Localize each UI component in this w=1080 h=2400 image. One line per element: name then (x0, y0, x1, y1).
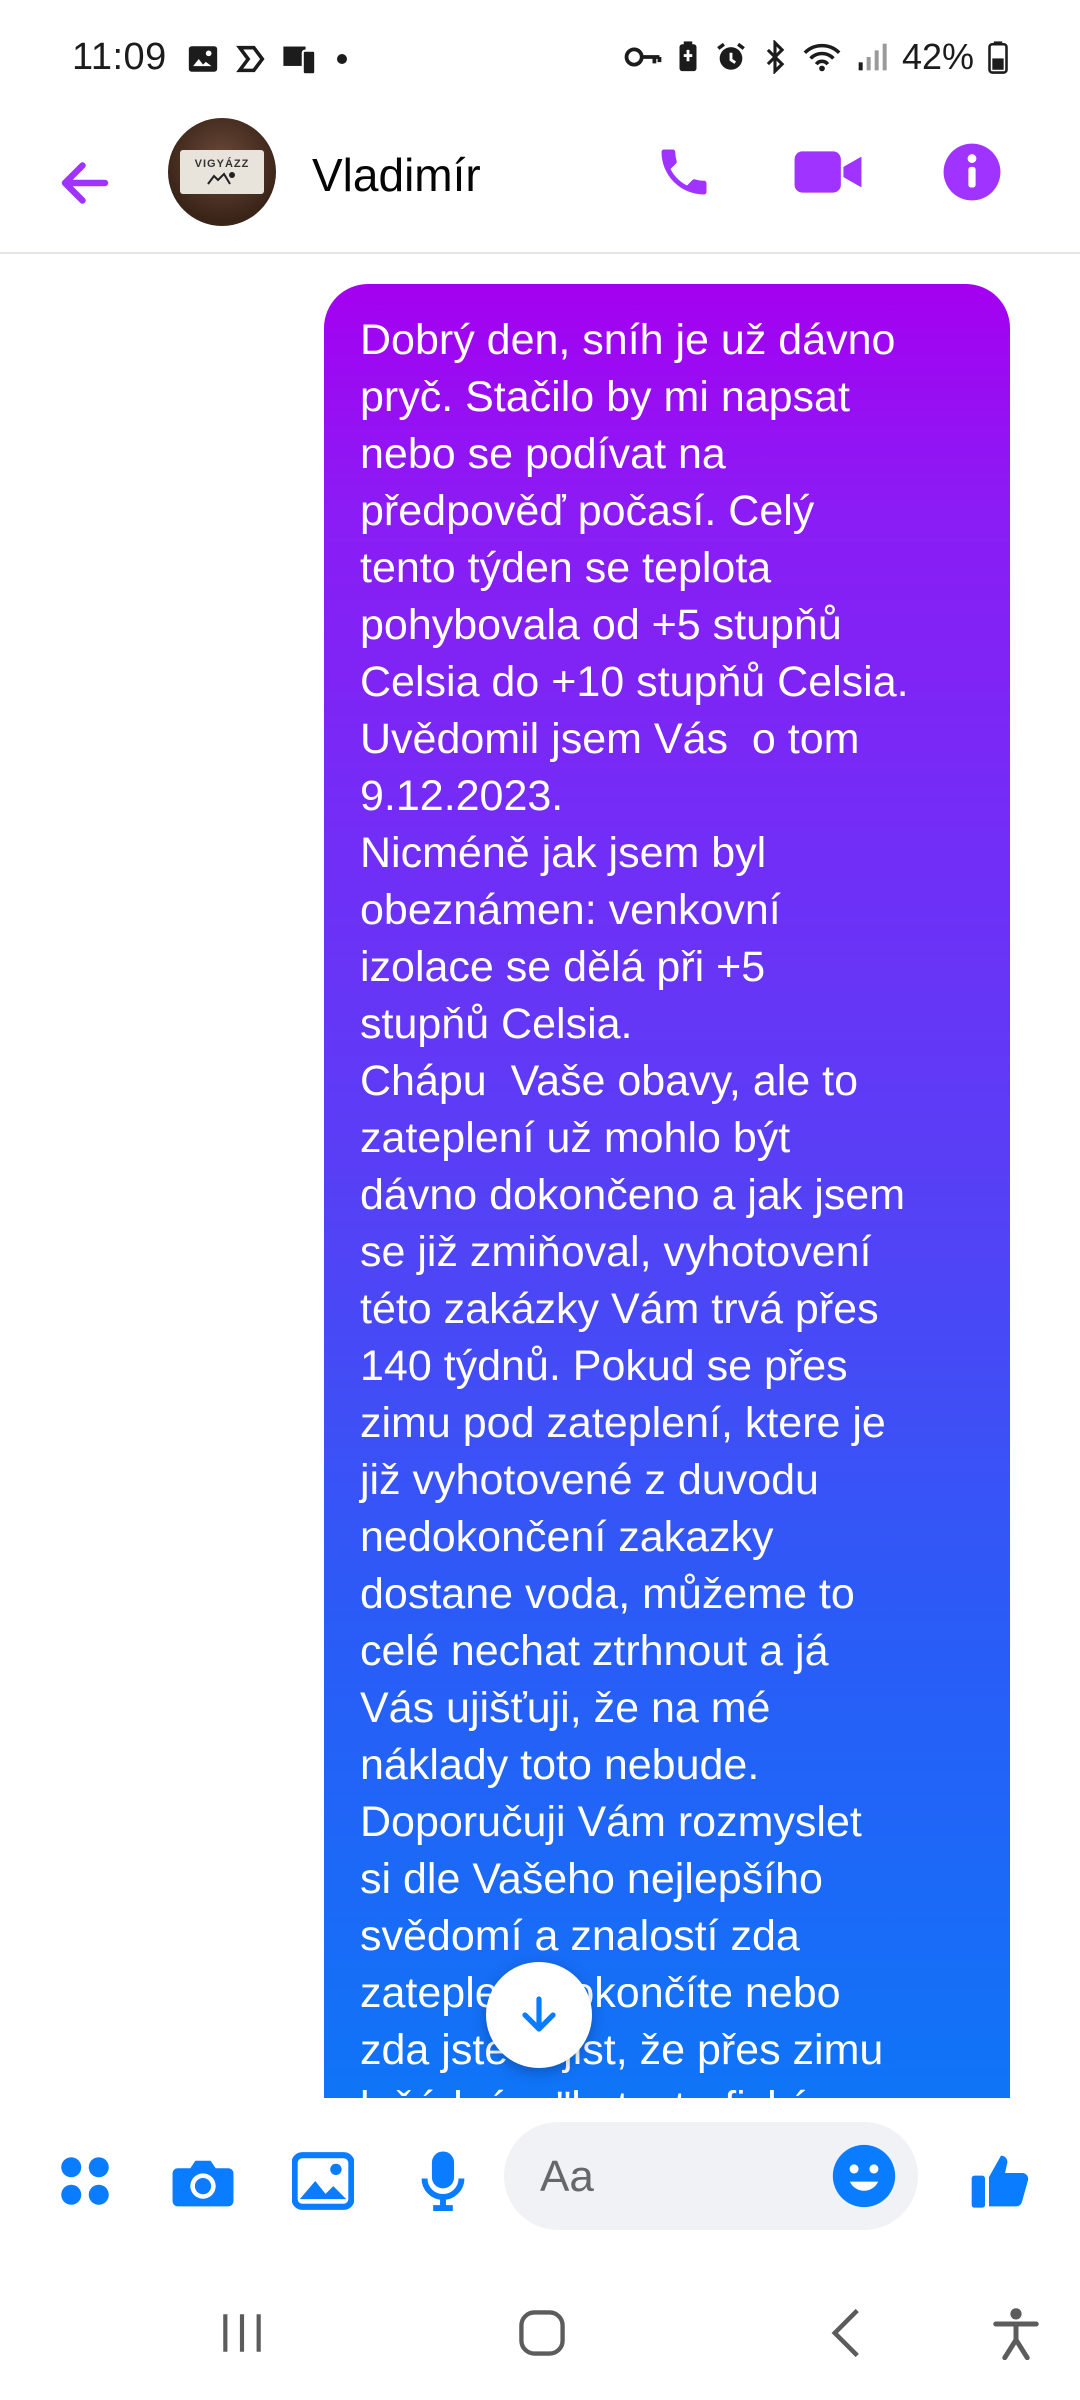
system-nav-bar (0, 2258, 1080, 2400)
info-button[interactable] (934, 134, 1010, 210)
voice-call-button[interactable] (646, 134, 722, 210)
signal-app-icon (234, 42, 268, 76)
chat-header (0, 120, 1080, 254)
dot-icon (332, 49, 352, 69)
avatar-sign-text: VIGYÁZZ (194, 158, 250, 170)
contact-name[interactable]: Vladimír (312, 148, 481, 202)
alarm-icon (714, 40, 748, 74)
battery-saver-icon (676, 40, 700, 74)
wifi-icon (802, 40, 842, 74)
back-icon (831, 2308, 859, 2358)
message-composer: Aa (0, 2098, 1080, 2258)
back-arrow-icon (61, 162, 109, 204)
battery-icon (988, 40, 1008, 74)
video-icon (794, 151, 862, 193)
apps-button[interactable] (50, 2146, 120, 2216)
message-list[interactable]: Dobrý den, sníh je už dávno pryč. Stačil… (0, 256, 1080, 2098)
arrow-down-icon (522, 1996, 556, 2032)
accessibility-button[interactable] (976, 2298, 1056, 2368)
bluetooth-icon (762, 40, 788, 74)
status-time: 11:09 (72, 36, 167, 78)
voice-message-button[interactable] (408, 2146, 478, 2216)
back-nav-button[interactable] (806, 2298, 886, 2368)
camera-button[interactable] (168, 2146, 238, 2216)
info-icon (943, 143, 1001, 201)
accessibility-icon (993, 2308, 1039, 2360)
message-text: Dobrý den, sníh je už dávno pryč. Stačil… (360, 316, 909, 2098)
battery-percent: 42% (901, 36, 974, 77)
status-right-icons: 42% (624, 36, 1008, 78)
avatar[interactable]: VIGYÁZZ (168, 118, 276, 226)
scroll-to-bottom-button[interactable] (486, 1962, 592, 2068)
cell-signal-icon (856, 41, 888, 73)
gallery-button[interactable] (288, 2146, 358, 2216)
recent-apps-icon (223, 2314, 261, 2352)
emoji-button[interactable] (830, 2142, 898, 2210)
apps-grid-icon (61, 2157, 109, 2205)
image-icon (186, 42, 220, 76)
message-input[interactable]: Aa (504, 2122, 918, 2230)
camera-icon (172, 2160, 234, 2207)
phone-icon (661, 149, 707, 195)
key-icon (624, 42, 662, 72)
emoji-icon (832, 2144, 896, 2208)
gallery-icon (292, 2152, 354, 2210)
avatar-sign: VIGYÁZZ (180, 150, 264, 194)
back-button[interactable] (50, 148, 120, 218)
like-button[interactable] (966, 2146, 1036, 2216)
phone-screen-icon (282, 42, 318, 76)
home-button[interactable] (502, 2298, 582, 2368)
status-left-icons (186, 42, 352, 76)
video-call-button[interactable] (790, 134, 866, 210)
microphone-icon (421, 2151, 465, 2212)
outgoing-message-bubble[interactable]: Dobrý den, sníh je už dávno pryč. Stačil… (324, 284, 1010, 2098)
recent-apps-button[interactable] (202, 2298, 282, 2368)
home-icon (519, 2310, 565, 2356)
thumbs-up-icon (971, 2155, 1029, 2208)
status-bar: 11:09 42% (0, 0, 1080, 120)
message-input-placeholder: Aa (540, 2152, 594, 2201)
